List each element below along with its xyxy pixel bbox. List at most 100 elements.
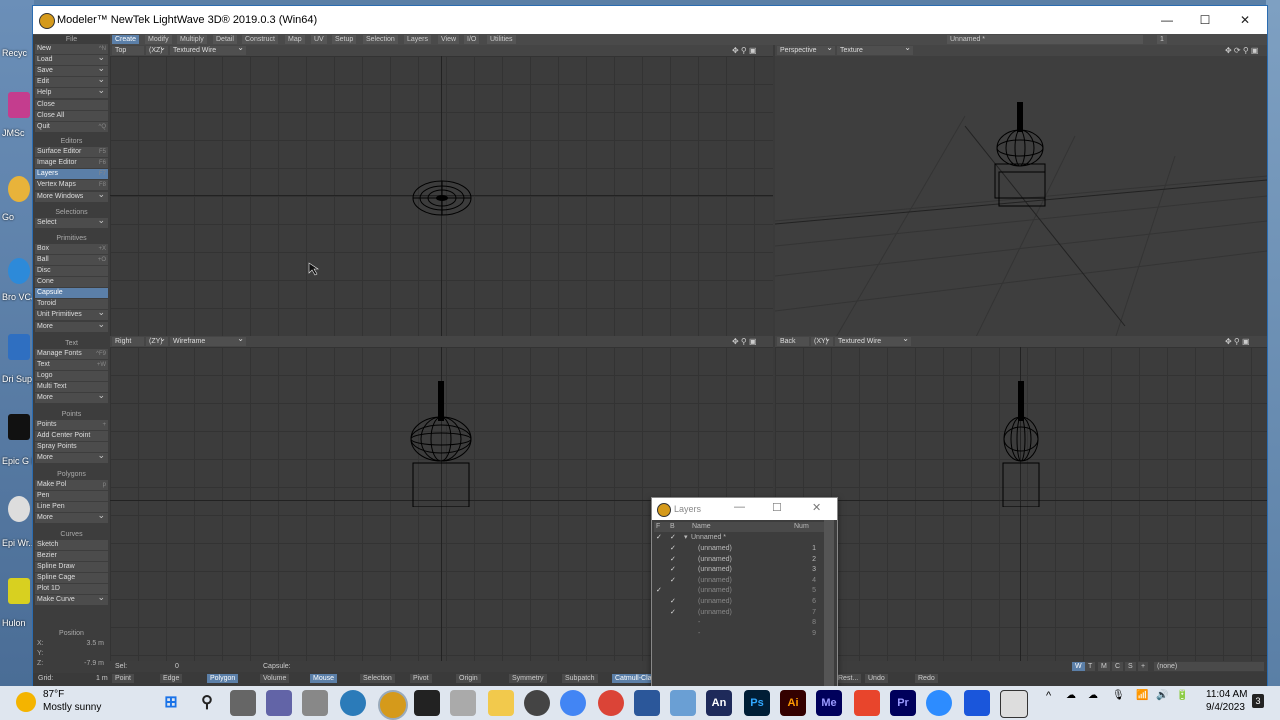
axis-select[interactable]: (XZ) [146,43,168,55]
calculator-icon[interactable] [302,690,328,716]
start-icon[interactable]: ⊞ [158,690,184,716]
microphone-icon[interactable]: 🎙 [1112,690,1125,701]
clock-date[interactable]: 9/4/2023 [1206,702,1245,713]
help-dropdown[interactable]: Help [35,85,108,98]
view-type-select[interactable]: Perspective [777,43,835,55]
more-primitives-dropdown[interactable]: More [35,319,108,332]
layer-row[interactable]: ✓ (unnamed) 7 [654,608,824,618]
search-icon[interactable]: ⚲ [194,690,220,716]
select-dropdown[interactable]: Select [35,215,108,228]
app-icon[interactable] [670,690,696,716]
layers-title-bar[interactable]: Layers — ☐ ✕ [652,498,837,520]
mode-s-button[interactable]: S [1125,662,1136,671]
cone-button[interactable]: Cone [35,277,108,287]
title-bar[interactable]: Modeler™ NewTek LightWave 3D® 2019.0.3 (… [33,6,1267,34]
layer-row[interactable]: ✓ (unnamed) 4 [654,576,824,586]
origin-button[interactable]: Origin [456,674,481,683]
view-type-select[interactable]: Right [112,337,144,346]
box-button[interactable]: Box +X [35,244,108,254]
axis-select[interactable]: (XY) [811,334,833,346]
mode-plus-button[interactable]: + [1138,662,1149,671]
app-icon[interactable] [560,690,586,716]
photoshop-icon[interactable]: Ps [744,690,770,716]
mouse-button[interactable]: Mouse [310,674,338,683]
maximize-button[interactable]: ☐ [1197,12,1213,28]
chevron-up-icon[interactable]: ^ [1046,690,1051,702]
sketch-button[interactable]: Sketch [35,540,108,550]
check-icon[interactable]: ✓ [670,533,676,543]
viewport-controls-icon[interactable]: ✥ ⟳ ⚲ ▣ [1225,46,1259,55]
tab-layers[interactable]: Layers [404,35,432,44]
app-icon[interactable] [340,690,366,716]
app-icon[interactable] [450,690,476,716]
close-all-item[interactable]: Close All [35,111,108,121]
disc-button[interactable]: Disc [35,266,108,276]
desktop-app-icon[interactable] [8,176,30,202]
tab-detail[interactable]: Detail [213,35,237,44]
points-button[interactable]: Points + [35,420,108,430]
cloud-icon[interactable]: ☁ [1088,690,1098,701]
bg-check-icon[interactable]: ✓ [670,608,676,618]
surface-editor-button[interactable]: Surface Editor F5 [35,147,108,157]
pen-button[interactable]: Pen [35,491,108,501]
layer-row[interactable]: -8 [654,618,824,628]
close-button[interactable]: ✕ [1237,12,1253,28]
mode-m-button[interactable]: M [1098,662,1110,671]
teams-icon[interactable] [266,690,292,716]
notification-badge[interactable]: 3 [1252,694,1264,708]
mode-t-button[interactable]: T [1085,662,1096,671]
viewport-top[interactable] [110,56,773,339]
close-button[interactable]: ✕ [812,501,821,514]
minimize-button[interactable]: — [734,501,745,513]
layer-number[interactable]: 1 [1157,35,1167,44]
polygon-mode-button[interactable]: Polygon [207,674,239,683]
quit-item[interactable]: Quit ^Q [35,122,108,132]
more-polygons-dropdown[interactable]: More [35,510,108,523]
weather-desc[interactable]: Mostly sunny [43,702,101,713]
task-view-icon[interactable] [230,690,256,716]
ball-button[interactable]: Ball +O [35,255,108,265]
render-mode-select[interactable]: Textured Wire [835,334,911,346]
layer-row[interactable]: ✓ (unnamed) 6 [654,597,824,607]
bg-check-icon[interactable]: ✓ [670,555,676,565]
text-button[interactable]: Text +W [35,360,108,370]
image-editor-button[interactable]: Image Editor F6 [35,158,108,168]
desktop-app-icon[interactable] [8,334,30,360]
desktop-icon-label[interactable]: Recyc [2,48,27,58]
spline-draw-button[interactable]: Spline Draw [35,562,108,572]
weather-icon[interactable] [16,692,36,712]
layer-root-row[interactable]: ✓ ✓ ▾ Unnamed * [654,533,824,543]
scrollbar[interactable] [824,520,834,687]
make-curve-dropdown[interactable]: Make Curve [35,592,108,605]
tab-map[interactable]: Map [285,35,305,44]
point-mode-button[interactable]: Point [112,674,134,683]
desktop-app-icon[interactable] [8,92,30,118]
minimize-button[interactable]: — [1159,12,1175,28]
object-selector[interactable]: Unnamed * [947,35,1143,44]
redo-button[interactable]: Redo [915,674,938,683]
tab-setup[interactable]: Setup [332,35,357,44]
make-pol-button[interactable]: Make Pol p [35,480,108,490]
bg-check-icon[interactable]: ✓ [670,576,676,586]
edge-mode-button[interactable]: Edge [160,674,183,683]
speaker-icon[interactable]: 🔊 [1156,690,1168,701]
desktop-app-icon[interactable] [8,258,30,284]
selection-button[interactable]: Selection [360,674,395,683]
zoom-icon[interactable] [926,690,952,716]
premiere-icon[interactable]: Pr [890,690,916,716]
layer-row[interactable]: ✓ (unnamed) 2 [654,555,824,565]
clock-time[interactable]: 11:04 AM [1206,689,1248,700]
tab-uv[interactable]: UV [311,35,327,44]
illustrator-icon[interactable]: Ai [780,690,806,716]
viewport-controls-icon[interactable]: ✥ ⚲ ▣ [732,46,757,55]
viewport-back[interactable] [775,347,1267,661]
bg-check-icon[interactable]: ✓ [670,565,676,575]
tab-utilities[interactable]: Utilities [487,35,516,44]
tab-selection[interactable]: Selection [363,35,398,44]
app-icon[interactable] [964,690,990,716]
desktop-app-icon[interactable] [8,496,30,522]
tab-construct[interactable]: Construct [242,35,278,44]
more-windows-dropdown[interactable]: More Windows [35,189,108,202]
render-mode-select[interactable]: Textured Wire [170,43,246,55]
viewport-controls-icon[interactable]: ✥ ⚲ ▣ [732,337,757,346]
